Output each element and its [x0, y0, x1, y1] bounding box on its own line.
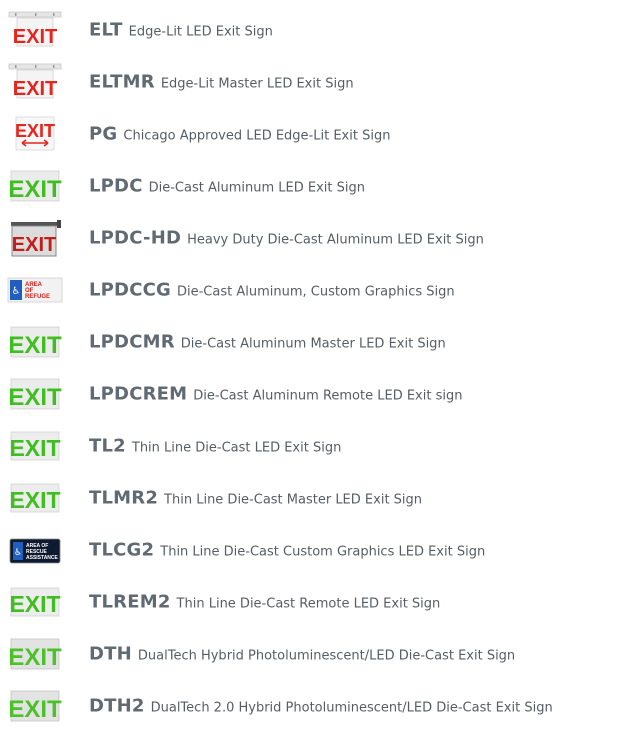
dth2-exit-sign-icon: EXIT	[5, 686, 65, 726]
product-row-dth2[interactable]: EXIT DTH2 DualTech 2.0 Hybrid Photolumine…	[0, 680, 617, 732]
product-title: LPDC Die-Cast Aluminum LED Exit Sign	[89, 176, 365, 197]
sign-word: EXIT	[8, 644, 62, 671]
sign-word: EXIT	[8, 384, 62, 411]
eltmr-exit-sign-icon: EXIT	[5, 62, 65, 102]
svg-text:♿: ♿	[12, 286, 21, 297]
lpdcrem-exit-sign-icon: EXIT	[5, 374, 65, 414]
sign-text: ASSISTANCE	[26, 555, 59, 561]
product-code[interactable]: DTH	[89, 644, 132, 665]
product-code[interactable]: TLCG2	[89, 540, 154, 561]
lpdc-hd-exit-sign-icon: EXIT	[5, 218, 65, 258]
product-row-lpdc-hd[interactable]: EXIT LPDC-HD Heavy Duty Die-Cast Aluminum…	[0, 212, 617, 264]
product-row-lpdccg[interactable]: ♿ AREA OF REFUGE LPDCCG Die-Cast Aluminum…	[0, 264, 617, 316]
product-description[interactable]: Thin Line Die-Cast Remote LED Exit Sign	[177, 597, 441, 612]
product-description[interactable]: Die-Cast Aluminum Master LED Exit Sign	[181, 337, 446, 352]
product-list: EXIT ELT Edge-Lit LED Exit Sign EXIT ELTM…	[0, 0, 617, 736]
product-code[interactable]: LPDCCG	[89, 280, 171, 301]
sign-text: REFUGE	[25, 294, 50, 300]
product-title: LPDCMR Die-Cast Aluminum Master LED Exit …	[89, 332, 446, 353]
product-title: DTH2 DualTech 2.0 Hybrid Photoluminescent…	[89, 696, 553, 717]
product-title: DTH DualTech Hybrid Photoluminescent/LED …	[89, 644, 515, 665]
svg-text:♿: ♿	[14, 548, 22, 558]
product-code[interactable]: DTH2	[89, 696, 145, 717]
product-code[interactable]: LPDC	[89, 176, 143, 197]
elt-exit-sign-icon: EXIT	[5, 10, 65, 50]
sign-word: EXIT	[12, 234, 56, 256]
tl2-exit-sign-icon: EXIT	[5, 426, 65, 466]
sign-word: EXIT	[8, 176, 62, 203]
product-description[interactable]: Die-Cast Aluminum, Custom Graphics Sign	[177, 285, 455, 300]
product-description[interactable]: Chicago Approved LED Edge-Lit Exit Sign	[123, 129, 390, 144]
product-title: TLMR2 Thin Line Die-Cast Master LED Exit …	[89, 488, 422, 509]
pg-exit-sign-icon: EXIT	[5, 114, 65, 154]
product-title: ELTMR Edge-Lit Master LED Exit Sign	[89, 72, 354, 93]
product-code[interactable]: ELTMR	[89, 72, 155, 93]
product-row-lpdcrem[interactable]: EXIT LPDCREM Die-Cast Aluminum Remote LED…	[0, 368, 617, 420]
product-title: PG Chicago Approved LED Edge-Lit Exit Sig…	[89, 124, 390, 145]
product-description[interactable]: Thin Line Die-Cast Master LED Exit Sign	[164, 493, 422, 508]
product-title: LPDCREM Die-Cast Aluminum Remote LED Exit…	[89, 384, 462, 405]
sign-word: EXIT	[9, 435, 60, 461]
product-row-dth[interactable]: EXIT DTH DualTech Hybrid Photoluminescent…	[0, 628, 617, 680]
tlmr2-exit-sign-icon: EXIT	[5, 478, 65, 518]
product-row-lpdc[interactable]: EXIT LPDC Die-Cast Aluminum LED Exit Sign	[0, 160, 617, 212]
product-description[interactable]: Heavy Duty Die-Cast Aluminum LED Exit Si…	[187, 233, 484, 248]
product-code[interactable]: TLREM2	[89, 592, 171, 613]
product-description[interactable]: Thin Line Die-Cast LED Exit Sign	[132, 441, 341, 456]
product-title: TL2 Thin Line Die-Cast LED Exit Sign	[89, 436, 341, 457]
product-row-pg[interactable]: EXIT PG Chicago Approved LED Edge-Lit Exi…	[0, 108, 617, 160]
product-code[interactable]: TLMR2	[89, 488, 158, 509]
sign-word: EXIT	[13, 26, 57, 48]
product-description[interactable]: DualTech 2.0 Hybrid Photoluminescent/LED…	[151, 701, 553, 716]
product-row-lpdcmr[interactable]: EXIT LPDCMR Die-Cast Aluminum Master LED …	[0, 316, 617, 368]
product-description[interactable]: Thin Line Die-Cast Custom Graphics LED E…	[160, 545, 485, 560]
sign-word: EXIT	[9, 591, 60, 617]
sign-word: EXIT	[15, 121, 55, 141]
tlcg2-assistance-sign-icon: ♿ AREA OF RESCUE ASSISTANCE	[5, 530, 65, 570]
product-description[interactable]: Die-Cast Aluminum Remote LED Exit sign	[193, 389, 462, 404]
product-description[interactable]: DualTech Hybrid Photoluminescent/LED Die…	[138, 649, 515, 664]
product-row-tl2[interactable]: EXIT TL2 Thin Line Die-Cast LED Exit Sign	[0, 420, 617, 472]
product-title: TLCG2 Thin Line Die-Cast Custom Graphics …	[89, 540, 485, 561]
lpdcmr-exit-sign-icon: EXIT	[5, 322, 65, 362]
dth-exit-sign-icon: EXIT	[5, 634, 65, 674]
product-code[interactable]: TL2	[89, 436, 126, 457]
product-description[interactable]: Edge-Lit Master LED Exit Sign	[161, 77, 354, 92]
product-title: TLREM2 Thin Line Die-Cast Remote LED Exit…	[89, 592, 440, 613]
tlrem2-exit-sign-icon: EXIT	[5, 582, 65, 622]
product-row-elt[interactable]: EXIT ELT Edge-Lit LED Exit Sign	[0, 4, 617, 56]
product-row-tlcg2[interactable]: ♿ AREA OF RESCUE ASSISTANCE TLCG2 Thin Li…	[0, 524, 617, 576]
product-code[interactable]: PG	[89, 124, 117, 145]
sign-word: EXIT	[8, 696, 62, 723]
lpdc-exit-sign-icon: EXIT	[5, 166, 65, 206]
sign-word: EXIT	[9, 487, 60, 513]
product-description[interactable]: Edge-Lit LED Exit Sign	[129, 25, 273, 40]
product-row-eltmr[interactable]: EXIT ELTMR Edge-Lit Master LED Exit Sign	[0, 56, 617, 108]
product-title: LPDCCG Die-Cast Aluminum, Custom Graphics…	[89, 280, 455, 301]
product-code[interactable]: ELT	[89, 20, 123, 41]
product-description[interactable]: Die-Cast Aluminum LED Exit Sign	[149, 181, 365, 196]
product-code[interactable]: LPDCMR	[89, 332, 175, 353]
product-code[interactable]: LPDC-HD	[89, 228, 181, 249]
sign-word: EXIT	[8, 332, 62, 359]
product-title: ELT Edge-Lit LED Exit Sign	[89, 20, 273, 41]
product-title: LPDC-HD Heavy Duty Die-Cast Aluminum LED …	[89, 228, 484, 249]
sign-word: EXIT	[13, 78, 57, 100]
product-row-tlmr2[interactable]: EXIT TLMR2 Thin Line Die-Cast Master LED …	[0, 472, 617, 524]
product-code[interactable]: LPDCREM	[89, 384, 187, 405]
product-row-tlrem2[interactable]: EXIT TLREM2 Thin Line Die-Cast Remote LED…	[0, 576, 617, 628]
lpdccg-refuge-sign-icon: ♿ AREA OF REFUGE	[5, 270, 65, 310]
